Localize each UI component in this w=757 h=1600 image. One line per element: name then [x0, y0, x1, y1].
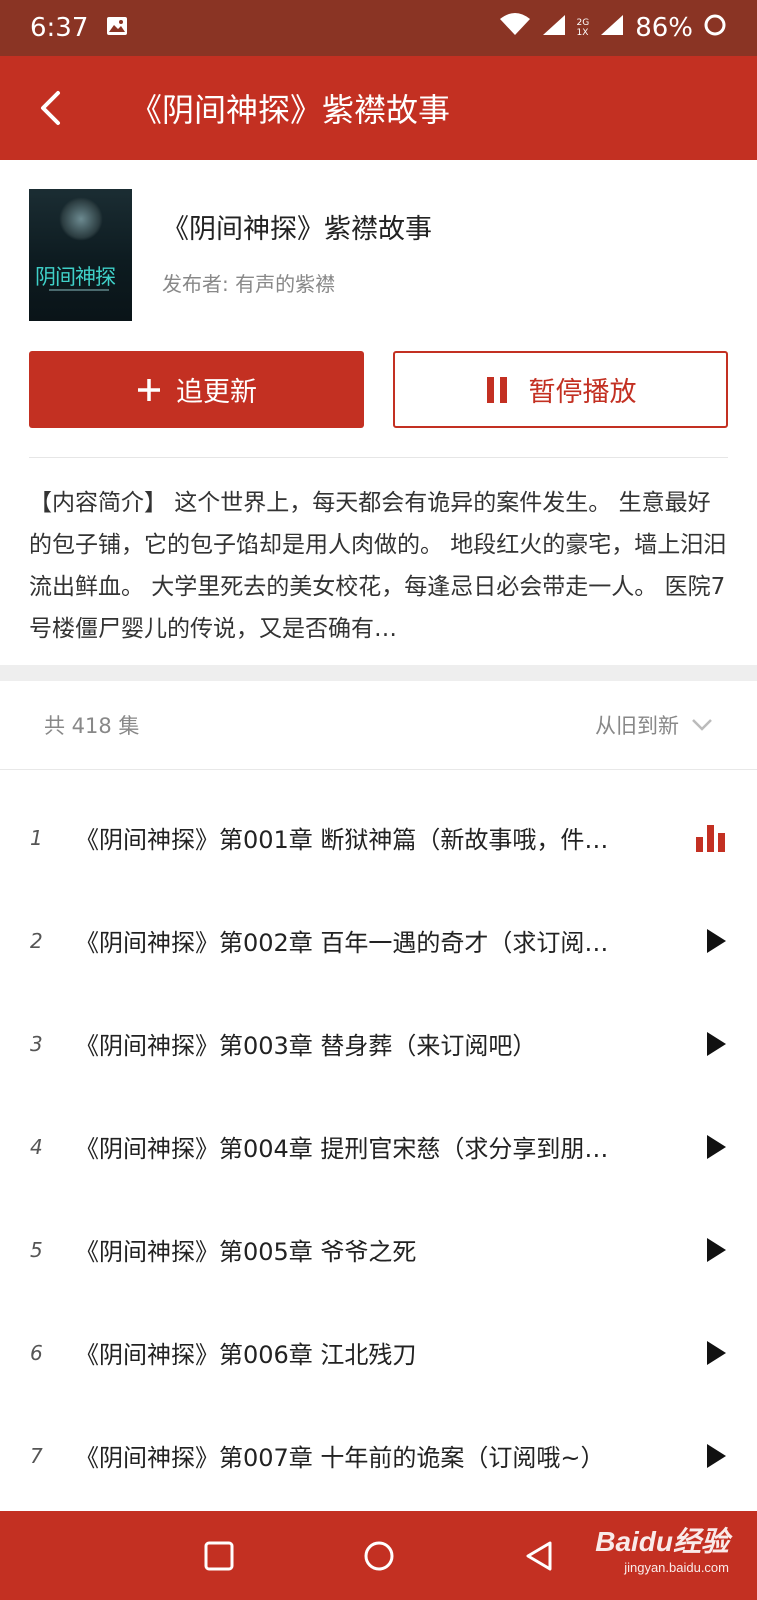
episode-title: 《阴间神探》第003章 替身葬（来订阅吧） — [75, 1032, 537, 1060]
episode-index: 7 — [30, 1443, 43, 1468]
episode-row[interactable]: 6 《阴间神探》第006章 江北残刀 — [0, 1301, 757, 1404]
episode-row[interactable]: 1 《阴间神探》第001章 断狱神篇（新故事哦，件… — [0, 786, 757, 889]
network-type-bottom: 1X — [576, 28, 589, 38]
play-icon[interactable] — [677, 1237, 727, 1263]
episode-index: 5 — [30, 1237, 43, 1262]
book-header: 阴间神探 《阴间神探》紫襟故事 发布者: 有声的紫襟 — [29, 189, 729, 321]
play-icon[interactable] — [677, 1134, 727, 1160]
pause-icon — [486, 376, 507, 403]
episode-list-header: 共 418 集 从旧到新 — [0, 681, 757, 770]
play-icon[interactable] — [677, 1340, 727, 1366]
book-meta: 《阴间神探》紫襟故事 发布者: 有声的紫襟 — [162, 189, 432, 321]
watermark: Baidu经验 jingyan.baidu.com — [595, 1520, 729, 1575]
follow-updates-button[interactable]: 追更新 — [29, 351, 364, 428]
network-type: 2G 1X — [577, 18, 590, 38]
chevron-left-icon — [41, 91, 60, 125]
play-icon[interactable] — [677, 1031, 727, 1057]
cover-figure — [59, 197, 103, 241]
chevron-down-icon — [692, 719, 712, 731]
episode-count: 共 418 集 — [44, 714, 140, 738]
episode-index: 2 — [30, 928, 43, 953]
book-title: 《阴间神探》紫襟故事 — [162, 214, 432, 245]
follow-updates-label: 追更新 — [176, 377, 257, 408]
episode-title: 《阴间神探》第002章 百年一遇的奇才（求订阅… — [75, 929, 609, 957]
network-type-top: 2G — [576, 18, 590, 28]
book-cover-image[interactable]: 阴间神探 — [29, 189, 132, 321]
square-icon — [204, 1541, 233, 1570]
section-separator — [0, 665, 757, 681]
battery-percent: 86% — [635, 13, 693, 43]
episode-index: 3 — [30, 1031, 43, 1056]
sort-order-label: 从旧到新 — [595, 714, 679, 738]
episode-title: 《阴间神探》第005章 爷爷之死 — [75, 1238, 417, 1266]
signal-icon-secondary — [599, 13, 625, 44]
watermark-main: Baidu经验 — [595, 1526, 729, 1557]
episode-title: 《阴间神探》第007章 十年前的诡案（订阅哦~） — [75, 1444, 605, 1472]
episode-row[interactable]: 3 《阴间神探》第003章 替身葬（来订阅吧） — [0, 992, 757, 1095]
pause-playback-button[interactable]: 暂停播放 — [393, 351, 728, 428]
divider — [29, 457, 728, 458]
cover-title: 阴间神探 — [35, 265, 116, 289]
watermark-sub: jingyan.baidu.com — [624, 1560, 729, 1575]
episode-row[interactable]: 4 《阴间神探》第004章 提刑官宋慈（求分享到朋… — [0, 1095, 757, 1198]
episode-list: 1 《阴间神探》第001章 断狱神篇（新故事哦，件… 2 《阴间神探》第002章… — [0, 786, 757, 1507]
wifi-icon — [499, 12, 531, 44]
book-description[interactable]: 【内容简介】 这个世界上，每天都会有诡异的案件发生。 生意最好的包子铺，它的包子… — [29, 482, 730, 650]
page-title: 《阴间神探》紫襟故事 — [130, 91, 451, 129]
sort-order-dropdown[interactable]: 从旧到新 — [595, 710, 713, 740]
plus-icon — [138, 378, 160, 401]
back-button[interactable] — [0, 56, 100, 160]
episode-title: 《阴间神探》第004章 提刑官宋慈（求分享到朋… — [75, 1135, 609, 1163]
home-button[interactable] — [359, 1536, 399, 1576]
play-icon[interactable] — [677, 1443, 727, 1469]
episode-index: 6 — [30, 1340, 43, 1365]
book-publisher: 发布者: 有声的紫襟 — [162, 272, 336, 296]
nav-back-button[interactable] — [519, 1536, 559, 1576]
episode-title: 《阴间神探》第001章 断狱神篇（新故事哦，件… — [75, 826, 609, 854]
episode-index: 1 — [30, 825, 43, 850]
cover-decoration — [49, 289, 109, 297]
app-bar: 《阴间神探》紫襟故事 — [0, 56, 757, 160]
status-time: 6:37 — [30, 13, 89, 43]
status-bar: 6:37 2G 1X 86% — [0, 0, 757, 56]
episode-index: 4 — [30, 1134, 43, 1159]
episode-title: 《阴间神探》第006章 江北残刀 — [75, 1341, 417, 1369]
image-notification-icon — [106, 13, 128, 43]
action-row: 追更新 暂停播放 — [29, 351, 728, 428]
episode-row[interactable]: 2 《阴间神探》第002章 百年一遇的奇才（求订阅… — [0, 889, 757, 992]
now-playing-icon[interactable] — [677, 823, 727, 853]
circle-icon — [364, 1541, 393, 1570]
battery-ring-icon — [703, 13, 727, 44]
signal-icon — [541, 13, 567, 44]
status-indicators: 2G 1X 86% — [499, 12, 728, 44]
play-icon[interactable] — [677, 928, 727, 954]
triangle-back-icon — [526, 1541, 551, 1570]
pause-playback-label: 暂停播放 — [528, 377, 637, 408]
episode-row[interactable]: 7 《阴间神探》第007章 十年前的诡案（订阅哦~） — [0, 1404, 757, 1507]
recent-apps-button[interactable] — [199, 1536, 239, 1576]
episode-row[interactable]: 5 《阴间神探》第005章 爷爷之死 — [0, 1198, 757, 1301]
